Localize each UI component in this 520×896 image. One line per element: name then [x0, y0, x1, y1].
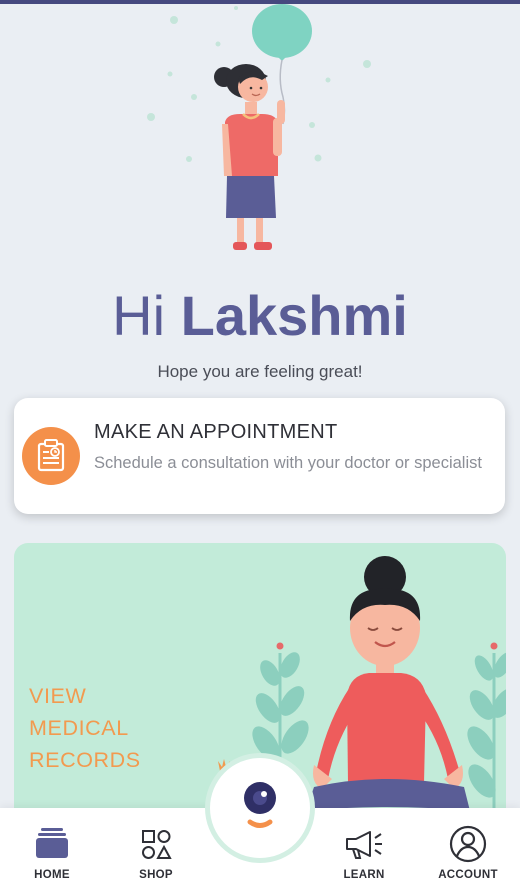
greeting-hi: Hi: [112, 284, 166, 347]
user-name: Lakshmi: [180, 284, 408, 347]
greeting-subtitle: Hope you are feeling great!: [157, 362, 363, 381]
assistant-bot-button[interactable]: [210, 758, 310, 858]
appointment-title: MAKE AN APPOINTMENT: [94, 421, 338, 443]
appointment-description: Schedule a consultation with your doctor…: [94, 454, 482, 472]
home-icon: [36, 828, 68, 858]
shapes-icon: [142, 830, 172, 859]
greeting-heading: Hi Lakshmi: [0, 283, 520, 348]
nav-home[interactable]: HOME: [14, 808, 90, 896]
nav-account[interactable]: ACCOUNT: [430, 808, 506, 896]
make-appointment-card[interactable]: MAKE AN APPOINTMENT Schedule a consultat…: [14, 398, 505, 514]
view-medical-records-label: VIEW MEDICAL RECORDS: [29, 684, 141, 772]
bot-face-icon: [244, 782, 276, 828]
user-circle-icon: [449, 825, 487, 863]
nav-learn-label: LEARN: [343, 869, 385, 881]
nav-shop[interactable]: SHOP: [118, 808, 194, 896]
girl-with-balloon-illustration: [147, 4, 371, 250]
nav-shop-label: SHOP: [139, 869, 173, 881]
megaphone-icon: [346, 831, 382, 859]
calendar-clock-icon: [22, 427, 80, 485]
nav-account-label: ACCOUNT: [438, 869, 498, 881]
nav-home-label: HOME: [34, 869, 70, 881]
nav-learn[interactable]: LEARN: [326, 808, 402, 896]
